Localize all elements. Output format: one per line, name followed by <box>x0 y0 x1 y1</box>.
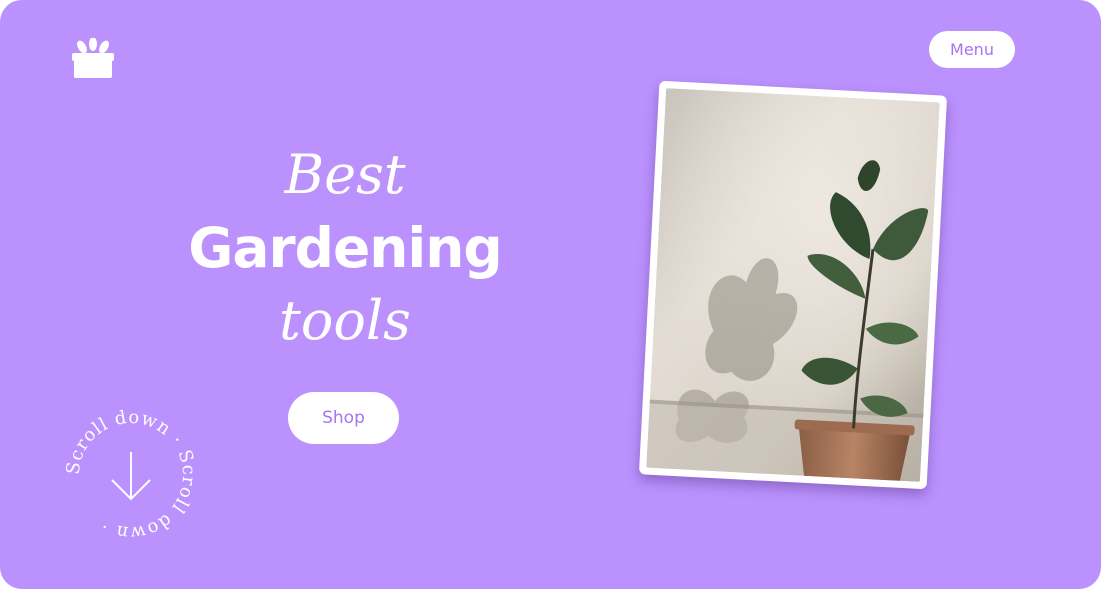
menu-button[interactable]: Menu <box>929 31 1015 68</box>
headline-line-3: tools <box>279 289 411 352</box>
shop-button[interactable]: Shop <box>288 392 399 444</box>
arrow-down-icon <box>111 452 151 501</box>
potted-plant-photo <box>646 88 940 482</box>
headline-line-2: Gardening <box>188 216 503 280</box>
plant-photo-card <box>638 80 948 490</box>
hero-section: Menu Best Gardening tools Shop Scroll do… <box>0 0 1101 589</box>
scroll-down-badge[interactable]: Scroll down · Scroll down · <box>56 400 206 550</box>
gift-box-icon[interactable] <box>70 37 116 80</box>
headline-line-1: Best <box>284 143 406 206</box>
hero-headline: Best Gardening tools <box>140 140 550 356</box>
